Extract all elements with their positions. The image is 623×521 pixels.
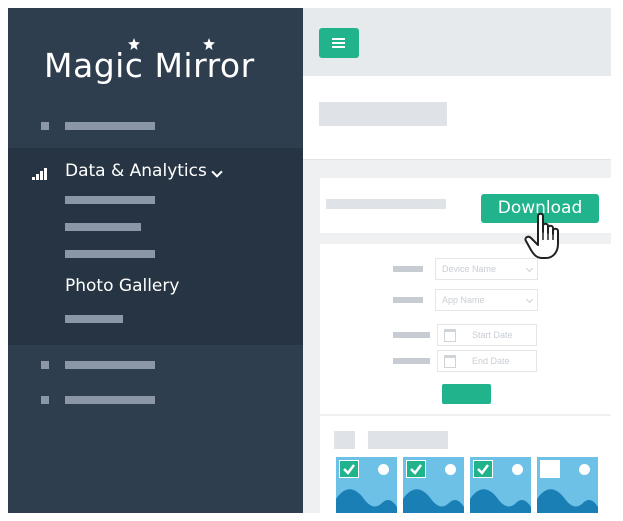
checkmark-icon [410, 464, 422, 475]
photo-hill-icon [336, 489, 397, 513]
logo-star-icon [128, 38, 140, 50]
start-date-label-placeholder [393, 332, 430, 338]
start-date-placeholder: Start Date [472, 330, 513, 340]
thumbnail-checkbox-checked[interactable] [339, 460, 359, 478]
logo-star-icon [203, 38, 215, 50]
page-title-placeholder [319, 102, 447, 126]
sidebar-item-data-analytics[interactable]: Data & Analytics [65, 161, 207, 181]
sidebar-bullet-icon [41, 122, 49, 130]
device-select-placeholder: Device Name [442, 264, 497, 274]
calendar-icon [444, 355, 456, 368]
hamburger-menu-button[interactable] [319, 28, 359, 58]
thumbnail-checkbox-unchecked[interactable] [540, 460, 560, 478]
sidebar: Magic Mirror Data & Analytics Photo Gall… [8, 8, 303, 513]
end-date-label-placeholder [393, 358, 430, 364]
card-title-placeholder [326, 199, 446, 209]
app-select[interactable]: App Name [435, 289, 538, 311]
thumbnail-checkbox-checked[interactable] [406, 460, 426, 478]
photo-sun-icon [512, 464, 523, 475]
hand-pointer-icon [524, 212, 559, 259]
app-select-placeholder: App Name [442, 295, 485, 305]
top-bar [303, 8, 611, 76]
start-date-row: Start Date [320, 324, 611, 346]
gallery-title-placeholder [368, 431, 448, 449]
submenu-item-placeholder[interactable] [65, 250, 155, 258]
apply-filter-button[interactable] [442, 384, 491, 404]
submenu-item-placeholder[interactable] [65, 223, 141, 231]
gallery-icon-placeholder [334, 431, 355, 449]
device-select[interactable]: Device Name [435, 258, 538, 280]
submenu-item-photo-gallery[interactable]: Photo Gallery [65, 276, 179, 296]
photo-sun-icon [579, 464, 590, 475]
calendar-icon [444, 329, 456, 342]
sidebar-item-label-placeholder [65, 396, 155, 404]
app-row: App Name [320, 289, 611, 311]
gallery-thumbnail-2[interactable] [403, 457, 464, 513]
device-label-placeholder [393, 266, 423, 272]
sidebar-bullet-icon [41, 396, 49, 404]
submenu-item-placeholder[interactable] [65, 196, 155, 204]
app-logo: Magic Mirror [44, 46, 255, 85]
end-date-placeholder: End Date [472, 356, 510, 366]
end-date-row: End Date [320, 350, 611, 372]
chevron-down-icon [525, 295, 534, 304]
checkmark-icon [343, 464, 355, 475]
signal-bars-icon [32, 168, 48, 180]
page-header [303, 76, 611, 160]
chevron-down-icon [525, 264, 534, 273]
photo-sun-icon [378, 464, 389, 475]
photo-hill-icon [537, 489, 598, 513]
gallery-thumbnail-1[interactable] [336, 457, 397, 513]
app-label-placeholder [393, 297, 423, 303]
sidebar-bullet-icon [41, 361, 49, 369]
photo-sun-icon [445, 464, 456, 475]
end-date-field[interactable]: End Date [437, 350, 537, 372]
thumbnail-checkbox-checked[interactable] [473, 460, 493, 478]
start-date-field[interactable]: Start Date [437, 324, 537, 346]
photo-hill-icon [470, 489, 531, 513]
gallery-thumbnail-4[interactable] [537, 457, 598, 513]
gallery-thumbnail-3[interactable] [470, 457, 531, 513]
checkmark-icon [477, 464, 489, 475]
submenu-item-placeholder[interactable] [65, 315, 123, 323]
photo-hill-icon [403, 489, 464, 513]
sidebar-item-label-placeholder [65, 361, 155, 369]
sidebar-item-label-placeholder [65, 122, 155, 130]
